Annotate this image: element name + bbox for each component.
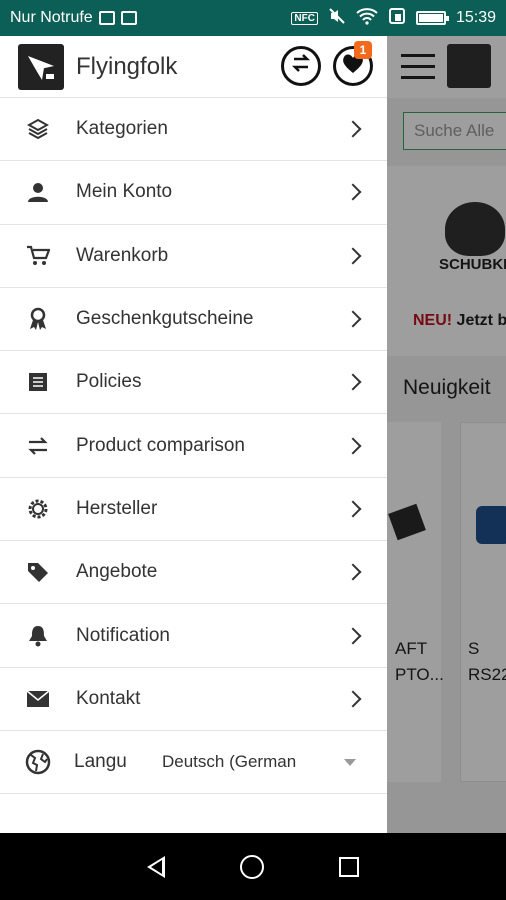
language-label: Langu [74, 751, 127, 773]
menu-label: Mein Konto [76, 181, 173, 203]
document-icon [22, 371, 54, 393]
cart-icon [22, 245, 54, 267]
swap-icon [290, 52, 312, 80]
app-title: Flyingfolk [76, 52, 178, 80]
back-icon[interactable] [147, 855, 166, 878]
navigation-drawer: Flyingfolk 1 Kategorien Mein Konto Waren… [0, 36, 387, 833]
chevron-right-icon [344, 500, 362, 518]
system-nav-bar [0, 833, 506, 900]
flyingfolk-logo-icon [18, 43, 64, 90]
battery-icon [415, 11, 449, 25]
tag-icon [22, 560, 54, 584]
menu-item-hersteller[interactable]: Hersteller [0, 478, 387, 542]
globe-icon [22, 749, 54, 775]
gear-icon [22, 497, 54, 521]
language-select[interactable]: Deutsch (German [162, 752, 314, 772]
menu-label: Angebote [76, 561, 158, 583]
status-bar: Nur Notrufe NFC 15:39 [0, 0, 506, 36]
menu-item-geschenkgutscheine[interactable]: Geschenkgutscheine [0, 288, 387, 352]
chevron-right-icon [344, 247, 362, 265]
dropdown-caret-icon[interactable] [344, 758, 356, 766]
menu-label: Policies [76, 371, 142, 393]
menu-item-angebote[interactable]: Angebote [0, 541, 387, 605]
person-icon [22, 181, 54, 203]
drawer-header: Flyingfolk 1 [0, 36, 387, 98]
chevron-right-icon [344, 690, 362, 708]
layers-icon [22, 118, 54, 140]
swap-arrows-icon [22, 436, 54, 456]
compare-button[interactable] [281, 46, 321, 86]
bell-icon [22, 624, 54, 648]
chevron-right-icon [344, 563, 362, 581]
menu-label: Geschenkgutscheine [76, 308, 254, 330]
home-icon[interactable] [239, 854, 264, 879]
chevron-right-icon [344, 120, 362, 138]
menu-item-kategorien[interactable]: Kategorien [0, 98, 387, 162]
chevron-right-icon [344, 627, 362, 645]
menu-item-notification[interactable]: Notification [0, 604, 387, 668]
chevron-right-icon [344, 373, 362, 391]
menu-label: Notification [76, 624, 170, 646]
sim-icon [388, 7, 406, 30]
image-notification-icon [98, 11, 115, 25]
nfc-icon: NFC [291, 11, 318, 25]
chevron-right-icon [344, 437, 362, 455]
menu-item-policies[interactable]: Policies [0, 351, 387, 415]
mail-icon [22, 690, 54, 708]
menu-label: Hersteller [76, 497, 158, 519]
drawer-menu: Kategorien Mein Konto Warenkorb Geschenk… [0, 98, 387, 731]
menu-label: Product comparison [76, 434, 245, 456]
award-icon [22, 307, 54, 331]
chevron-right-icon [344, 183, 362, 201]
menu-item-kontakt[interactable]: Kontakt [0, 668, 387, 731]
wifi-icon [356, 7, 378, 30]
chevron-right-icon [344, 310, 362, 328]
recent-apps-icon[interactable] [338, 856, 359, 877]
menu-item-mein-konto[interactable]: Mein Konto [0, 161, 387, 225]
clock: 15:39 [455, 9, 496, 26]
menu-label: Warenkorb [76, 244, 169, 266]
menu-item-warenkorb[interactable]: Warenkorb [0, 225, 387, 288]
wishlist-button[interactable]: 1 [333, 41, 373, 86]
message-notification-icon [120, 11, 137, 25]
wishlist-badge: 1 [354, 41, 372, 59]
mute-icon [328, 7, 346, 30]
menu-label: Kategorien [76, 118, 168, 140]
language-row: Langu Deutsch (German [0, 731, 387, 795]
carrier-text: Nur Notrufe [10, 9, 93, 26]
menu-label: Kontakt [76, 687, 141, 709]
menu-item-product-comparison[interactable]: Product comparison [0, 414, 387, 478]
